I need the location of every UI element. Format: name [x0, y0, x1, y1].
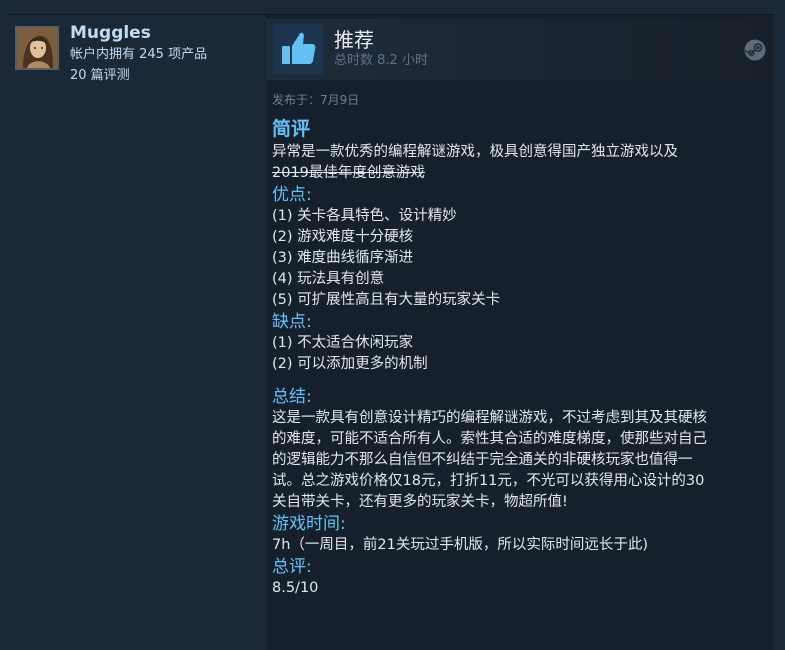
review-page: Muggles 帐户内拥有 245 项产品 20 篇评测 推荐 总时数 8.2 … — [0, 0, 785, 650]
score-heading: 总评: — [272, 557, 312, 577]
intro-line: 异常是一款优秀的编程解谜游戏，极具创意得国产独立游戏以及 — [272, 144, 678, 160]
verdict-thumb[interactable] — [273, 24, 323, 74]
summary-heading: 总结: — [272, 387, 312, 407]
summary-line: 这是一款具有创意设计精巧的编程解谜游戏，不过考虑到其及其硬核 — [272, 410, 707, 426]
avatar-portrait-icon — [17, 28, 57, 68]
products-owned[interactable]: 帐户内拥有 245 项产品 — [70, 47, 207, 63]
cons-heading: 缺点: — [272, 312, 312, 332]
summary-line: 试。总之游戏价格仅18元，打折11元，不光可以获得用心设计的30 — [272, 473, 705, 489]
con-item: (2) 可以添加更多的机制 — [272, 356, 428, 372]
review-body: 简评 异常是一款优秀的编程解谜游戏，极具创意得国产独立游戏以及 2019最佳年度… — [272, 116, 764, 599]
posted-date: 发布于：7月9日 — [272, 93, 360, 107]
score-text: 8.5/10 — [272, 580, 319, 596]
pro-item: (2) 游戏难度十分硬核 — [272, 229, 414, 245]
summary-line: 关自带关卡，还有更多的玩家关卡，物超所值! — [272, 494, 568, 510]
summary-line: 的逻辑能力不那么自信但不纠结于完全通关的非硬核玩家也值得一 — [272, 452, 693, 468]
intro-heading: 简评 — [272, 118, 311, 140]
pro-item: (3) 难度曲线循序渐进 — [272, 250, 414, 266]
summary-line: 的难度，可能不适合所有人。索性其合适的难度梯度，使那些对自己 — [272, 431, 707, 447]
playtime-text: 7h（一周目，前21关玩过手机版，所以实际时间远长于此) — [272, 537, 649, 553]
verdict-label[interactable]: 推荐 — [334, 28, 374, 52]
con-item: (1) 不太适合休闲玩家 — [272, 335, 414, 351]
avatar[interactable] — [15, 26, 59, 70]
pro-item: (4) 玩法具有创意 — [272, 271, 385, 287]
thumbs-up-icon — [273, 24, 323, 74]
steam-icon — [744, 39, 766, 61]
hours-played: 总时数 8.2 小时 — [334, 53, 428, 68]
intro-struck-line: 2019最佳年度创意游戏 — [272, 165, 425, 181]
review-count[interactable]: 20 篇评测 — [70, 68, 130, 84]
pro-item: (5) 可扩展性高且有大量的玩家关卡 — [272, 292, 501, 308]
pro-item: (1) 关卡各具特色、设计精妙 — [272, 208, 457, 224]
pros-heading: 优点: — [272, 185, 312, 205]
reviewer-panel — [8, 15, 266, 650]
playtime-heading: 游戏时间: — [272, 514, 346, 534]
summary-paragraph: 这是一款具有创意设计精巧的编程解谜游戏，不过考虑到其及其硬核 的难度，可能不适合… — [272, 408, 764, 513]
reviewer-name[interactable]: Muggles — [70, 23, 151, 43]
